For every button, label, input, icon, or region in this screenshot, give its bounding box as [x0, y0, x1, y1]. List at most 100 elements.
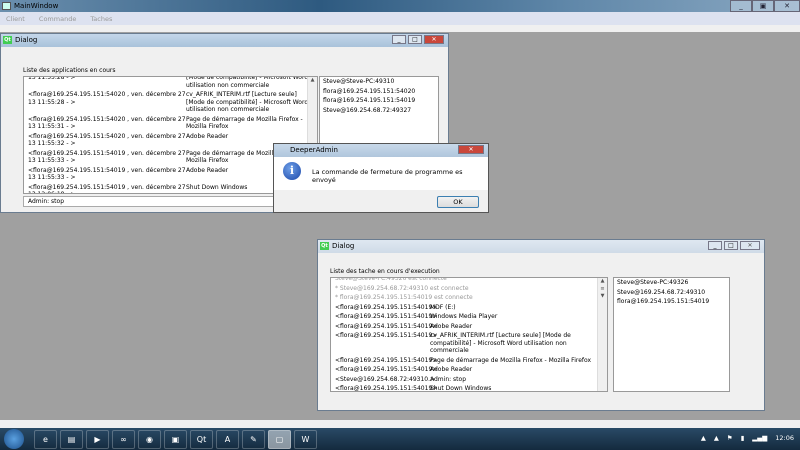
maximize-button[interactable]: □	[724, 241, 738, 250]
info-icon: i	[283, 162, 301, 180]
minimize-button[interactable]: _	[392, 35, 406, 44]
minimize-button[interactable]: _	[730, 0, 752, 12]
minimize-button[interactable]: _	[708, 241, 722, 250]
log-message: Shut Down Windows	[430, 385, 492, 392]
log-source: 13 11:55:28 - >	[28, 76, 76, 81]
log-message: Windows Media Player	[430, 313, 498, 320]
internet-explorer-icon: e	[43, 434, 48, 444]
log-row: <flora@169.254.195.151:54019> Windows Med…	[331, 312, 607, 322]
log-source: <flora@169.254.195.151:54020 , ven. déce…	[28, 132, 186, 148]
client-item[interactable]: Steve@Steve-PC:49310	[320, 77, 438, 87]
message-body: i La commande de fermeture de programme e…	[274, 157, 488, 190]
menu-taches[interactable]: Taches	[90, 15, 112, 23]
qt-creator-icon: Qt	[196, 434, 207, 444]
log-row: <flora@169.254.195.151:54019> Shut Down W…	[331, 384, 607, 392]
taskbar-notepad[interactable]: ✎	[242, 429, 265, 449]
log-source: <flora@169.254.195.151:54019>	[335, 356, 438, 364]
qt-icon: Qt	[320, 242, 329, 250]
log-source: <flora@169.254.195.151:54019>	[335, 385, 438, 392]
taskbar-remote-desktop[interactable]: ▣	[164, 429, 187, 449]
message-title: DeeperAdmin	[290, 146, 338, 154]
log-source: <flora@169.254.195.151:54019>	[335, 313, 438, 320]
log-message: cv_AFRIK_INTERIM.rtf [Lecture seule] [Mo…	[186, 91, 309, 113]
taskbar-word[interactable]: W	[294, 429, 317, 449]
taskbar-media-player[interactable]: ▶	[86, 429, 109, 449]
close-button[interactable]: ✕	[424, 35, 444, 44]
log-source: <flora@169.254.195.151:54019 , ven. déce…	[28, 166, 186, 182]
flag-icon[interactable]: ⚑	[727, 434, 733, 442]
battery-icon[interactable]: ▮	[741, 434, 745, 442]
dialog-titlebar: Qt Dialog _ □ ✕	[1, 34, 448, 47]
log-message: [Mode de compatibilité] - Microsoft Word…	[186, 76, 309, 89]
window-controls: ✕	[458, 145, 484, 154]
log-source: <flora@169.254.195.151:54020 , ven. déce…	[28, 91, 186, 106]
close-button[interactable]: ✕	[740, 241, 760, 250]
log-source: <flora@169.254.195.151:54019 , ven. déce…	[28, 149, 186, 165]
remote-desktop-icon: ▣	[171, 434, 180, 444]
window-controls: _ □ ✕	[392, 35, 444, 44]
taskbar-adobe-reader[interactable]: A	[216, 429, 239, 449]
taskbar-qt-creator[interactable]: Qt	[190, 429, 213, 449]
log-source: <flora@169.254.195.151:54019>	[335, 303, 438, 311]
dialog-title: Dialog	[15, 36, 38, 44]
media-player-icon: ▶	[94, 434, 101, 444]
log-source: <flora@169.254.195.151:54019>	[335, 322, 438, 330]
log-source: <flora@169.254.195.151:54019>	[335, 332, 438, 339]
menu-commande[interactable]: Commande	[39, 15, 76, 23]
status-bar	[0, 420, 800, 428]
network-icon[interactable]: ▲	[714, 434, 719, 442]
log-message: MDF (E:)	[430, 303, 456, 311]
menu-client[interactable]: Client	[6, 15, 25, 23]
start-button[interactable]	[4, 429, 24, 449]
command-input[interactable]: Admin: stop	[23, 196, 313, 207]
dialog-title: Dialog	[332, 242, 355, 250]
log-message: Admin: stop	[430, 375, 467, 383]
client-item[interactable]: flora@169.254.195.151:54019	[320, 96, 438, 106]
log-source: <flora@169.254.195.151:54019>	[335, 366, 438, 373]
log-row: <flora@169.254.195.151:54019> Adobe Reade…	[331, 322, 607, 332]
notepad-icon: ✎	[250, 434, 257, 444]
maximize-button[interactable]: □	[408, 35, 422, 44]
word-icon: W	[301, 434, 310, 444]
restore-button[interactable]: ▣	[752, 0, 774, 12]
toolbar-area	[0, 25, 800, 32]
log-message: Adobe Reader	[430, 366, 473, 373]
ok-button[interactable]: OK	[437, 196, 479, 208]
client-item[interactable]: Steve@169.254.68.72:49327	[320, 106, 438, 116]
adobe-reader-icon: A	[224, 434, 231, 444]
clients-list[interactable]: Steve@Steve-PC:49326 Steve@169.254.68.72:…	[613, 277, 730, 392]
app-icon	[2, 2, 11, 10]
message-titlebar: DeeperAdmin ✕	[274, 144, 488, 157]
log-row: 13 11:55:28 - > [Mode de compatibilité] -…	[24, 76, 317, 90]
close-button[interactable]: ✕	[774, 0, 800, 12]
list-label: Liste des tache en cours d'execution	[330, 268, 440, 275]
tasks-log[interactable]: Steve@Steve-PC:49326 est connecte * Steve…	[330, 277, 608, 392]
firefox-icon: ◉	[146, 434, 153, 444]
client-item[interactable]: flora@169.254.195.151:54019	[614, 297, 729, 307]
system-line: * flora@169.254.195.151:54019 est connec…	[335, 294, 473, 301]
tray-arrow-icon[interactable]: ▲	[701, 434, 706, 442]
client-item[interactable]: Steve@Steve-PC:49326	[614, 278, 729, 288]
log-row: <flora@169.254.195.151:54020 , ven. déce…	[24, 90, 317, 115]
log-row: <flora@169.254.195.151:54019> Page de dém…	[331, 356, 607, 366]
scrollbar[interactable]: ▲ ≡ ▼	[597, 278, 607, 391]
taskbar: e ▤ ▶ ∞ ◉ ▣ Qt A ✎ ▢ W ▲ ▲ ⚑ ▮ ▂▄▆ 12:06	[0, 428, 800, 450]
signal-icon[interactable]: ▂▄▆	[752, 434, 767, 442]
taskbar-firefox[interactable]: ◉	[138, 429, 161, 449]
close-button[interactable]: ✕	[458, 145, 484, 154]
taskbar-internet-explorer[interactable]: e	[34, 429, 57, 449]
window-title: MainWindow	[14, 2, 59, 10]
list-label: Liste des applications en cours	[23, 67, 116, 74]
taskbar-visual-studio[interactable]: ∞	[112, 429, 135, 449]
taskbar-file-explorer[interactable]: ▤	[60, 429, 83, 449]
clock[interactable]: 12:06	[775, 434, 794, 442]
log-message: cv_AFRIK_INTERIM.rtf [Lecture seule] [Mo…	[430, 332, 571, 354]
taskbar-main-window[interactable]: ▢	[268, 429, 291, 449]
message-text: La commande de fermeture de programme es…	[312, 168, 463, 184]
log-source: <flora@169.254.195.151:54020 , ven. déce…	[28, 115, 186, 131]
log-row: <flora@169.254.195.151:54019> MDF (E:)	[331, 303, 607, 313]
system-tray: ▲ ▲ ⚑ ▮ ▂▄▆ 12:06	[701, 434, 794, 442]
client-item[interactable]: Steve@169.254.68.72:49310	[614, 288, 729, 298]
client-item[interactable]: flora@169.254.195.151:54020	[320, 87, 438, 97]
tasks-dialog: Qt Dialog _ □ ✕ Liste des tache en cours d'…	[317, 239, 765, 411]
